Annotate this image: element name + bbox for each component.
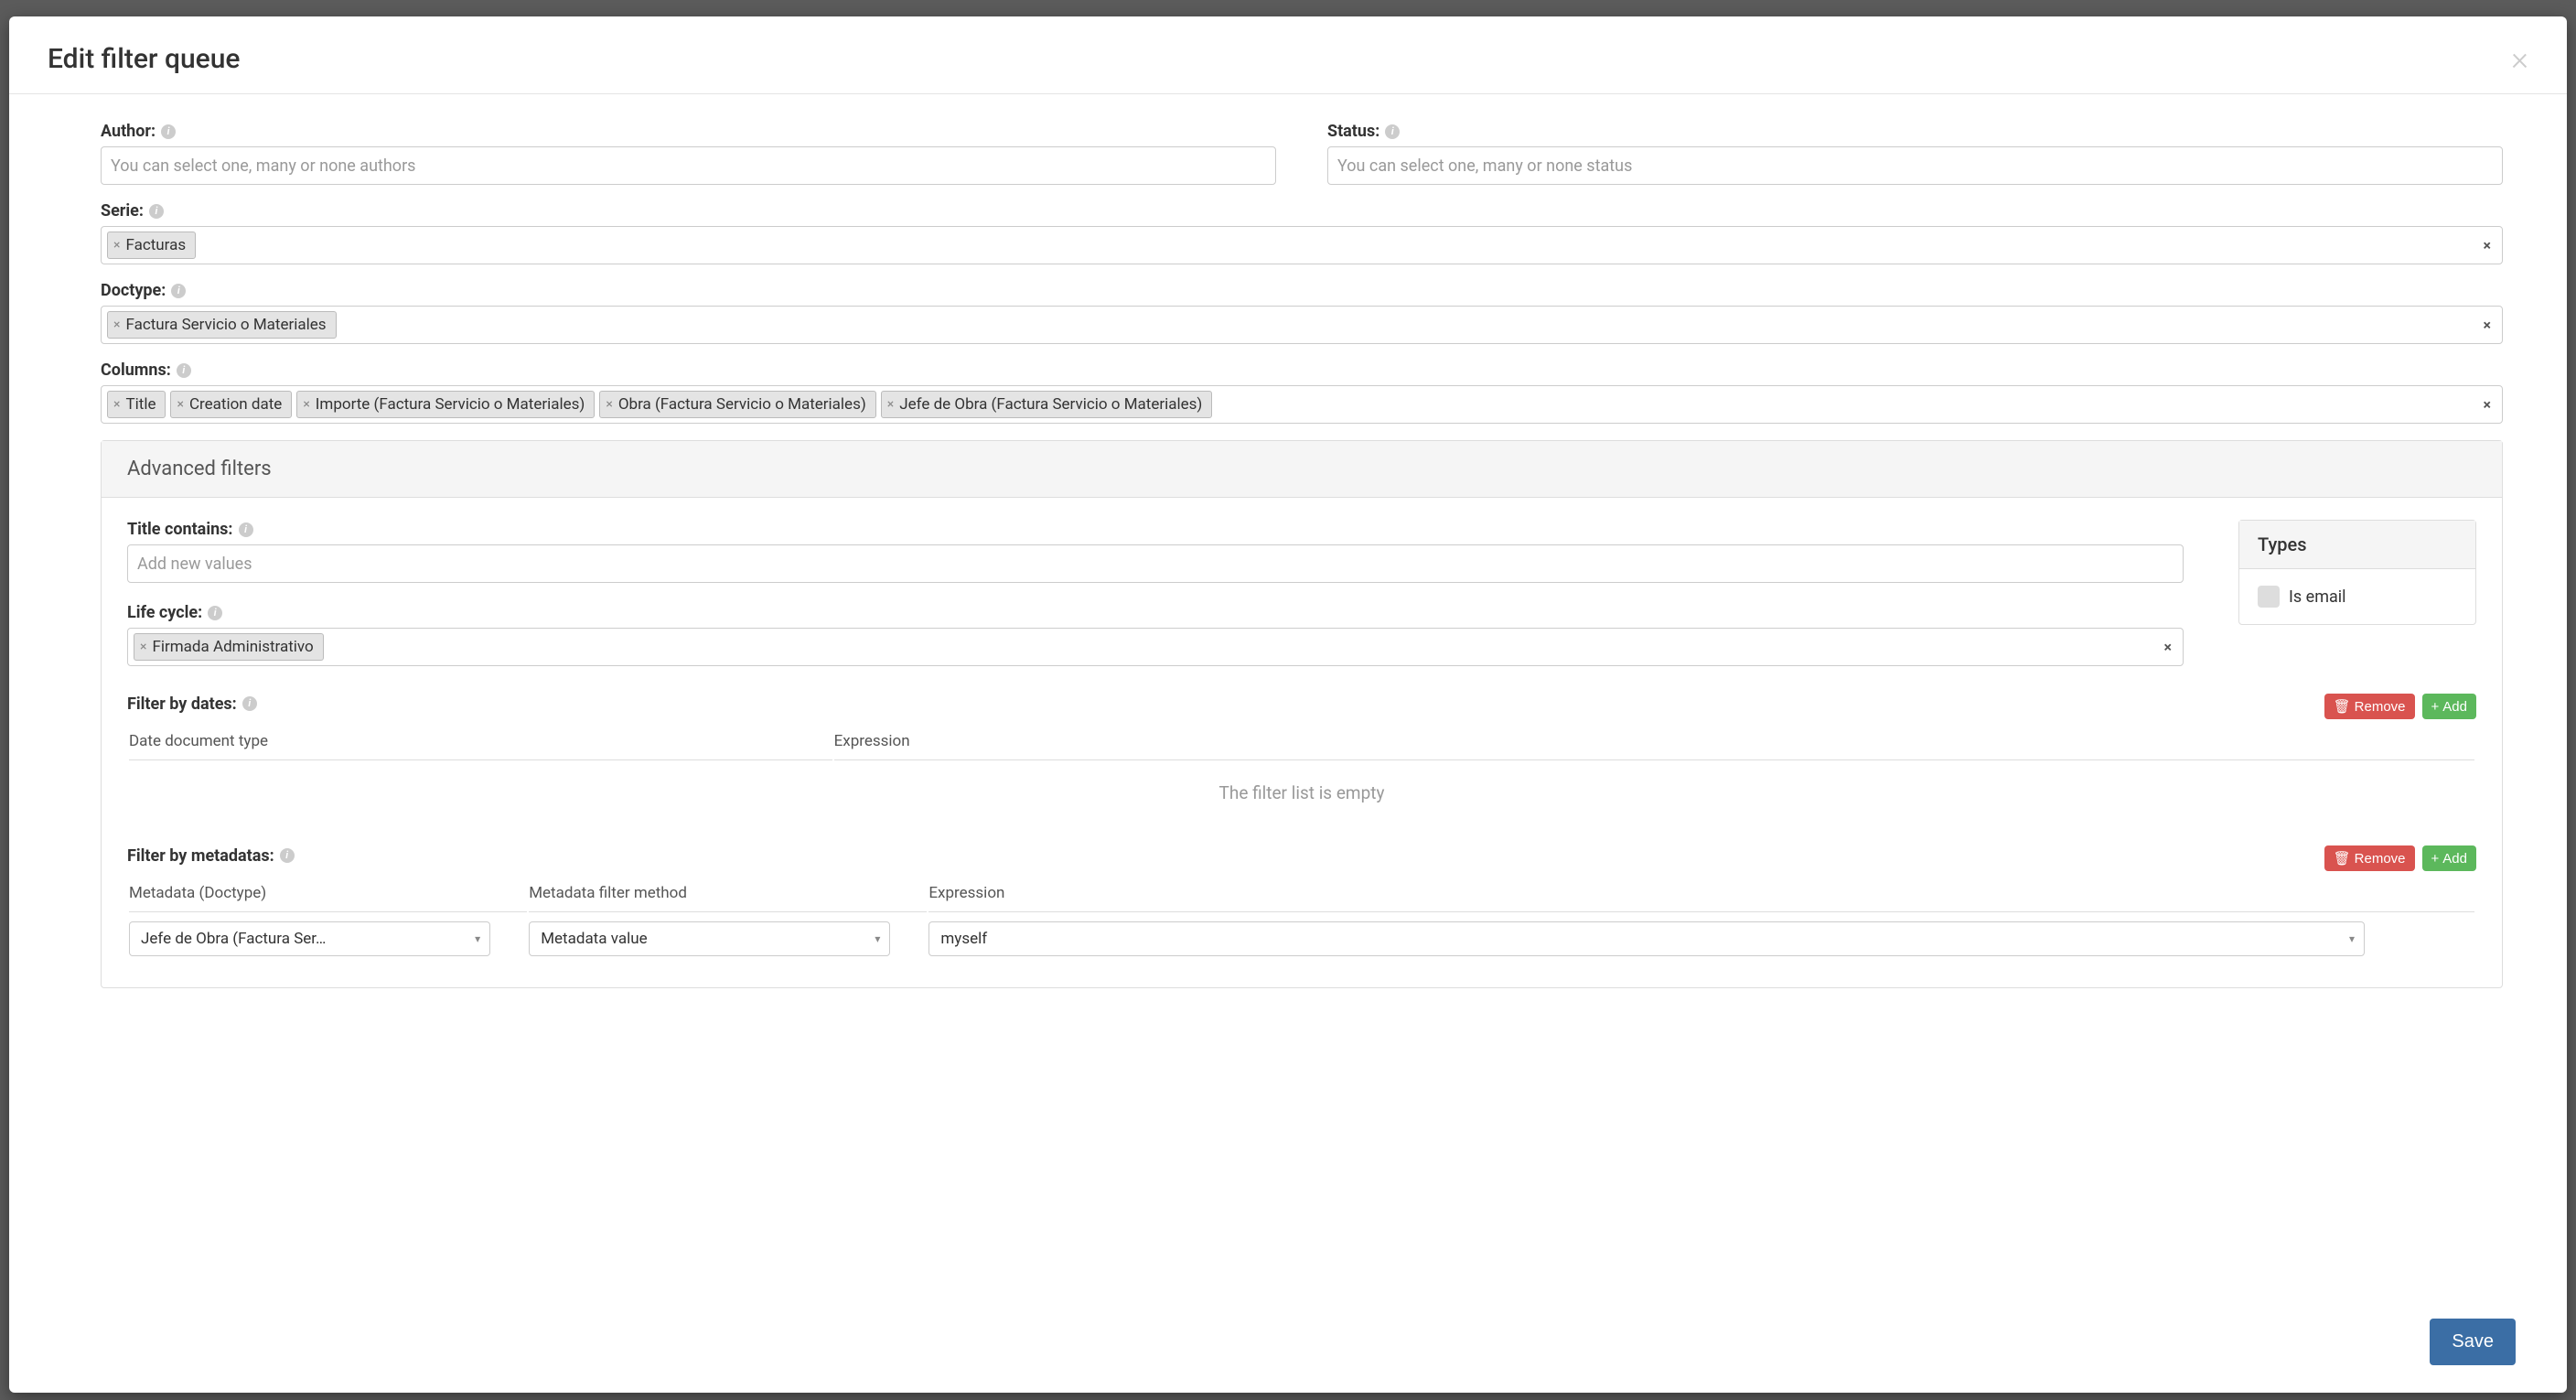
trash-icon: 🗑 — [2334, 698, 2351, 715]
metadata-doctype-select[interactable]: Jefe de Obra (Factura Ser… — [129, 921, 490, 956]
info-icon[interactable]: i — [171, 284, 186, 298]
remove-tag-icon[interactable]: × — [140, 640, 146, 654]
edit-filter-queue-modal: Edit filter queue × Author: i You can se… — [9, 16, 2567, 1393]
plus-icon: + — [2431, 851, 2440, 867]
save-button[interactable]: Save — [2430, 1319, 2516, 1365]
remove-tag-icon[interactable]: × — [887, 397, 894, 412]
clear-icon[interactable]: × — [2484, 317, 2492, 334]
tag-title: ×Title — [107, 391, 166, 418]
metadata-filter-row: Jefe de Obra (Factura Ser… Metadata valu… — [129, 914, 2474, 964]
remove-metadata-filter-button[interactable]: 🗑 Remove — [2324, 845, 2415, 871]
modal-footer: Save — [9, 1297, 2567, 1393]
modal-header: Edit filter queue × — [9, 16, 2567, 94]
title-contains-input[interactable]: Add new values — [127, 544, 2184, 583]
life-cycle-label: Life cycle: i — [127, 603, 2184, 622]
filter-by-dates-label: Filter by dates: i — [127, 695, 257, 714]
plus-icon: + — [2431, 699, 2440, 715]
info-icon[interactable]: i — [239, 522, 253, 537]
col-metadata-filter-method: Metadata filter method — [529, 875, 927, 912]
remove-tag-icon[interactable]: × — [606, 397, 612, 412]
metadata-expression-select[interactable]: myself — [928, 921, 2365, 956]
col-expression: Expression — [834, 723, 2474, 760]
types-header: Types — [2239, 521, 2475, 569]
modal-body: Author: i You can select one, many or no… — [9, 94, 2567, 1297]
serie-label: Serie: i — [101, 201, 2503, 221]
status-input[interactable]: You can select one, many or none status — [1327, 146, 2503, 185]
tag-firmada-administrativo: ×Firmada Administrativo — [134, 633, 324, 661]
col-metadata-doctype: Metadata (Doctype) — [129, 875, 527, 912]
advanced-filters-panel: Advanced filters Title contains: i Add n… — [101, 440, 2503, 988]
remove-tag-icon[interactable]: × — [177, 397, 183, 412]
is-email-label: Is email — [2289, 587, 2346, 607]
remove-tag-icon[interactable]: × — [113, 238, 120, 253]
add-date-filter-button[interactable]: + Add — [2422, 694, 2476, 719]
info-icon[interactable]: i — [242, 696, 257, 711]
remove-tag-icon[interactable]: × — [113, 318, 120, 332]
metadata-method-select[interactable]: Metadata value — [529, 921, 890, 956]
tag-importe: ×Importe (Factura Servicio o Materiales) — [296, 391, 595, 418]
tag-jefe-de-obra: ×Jefe de Obra (Factura Servicio o Materi… — [881, 391, 1213, 418]
close-icon[interactable]: × — [2511, 42, 2528, 75]
remove-tag-icon[interactable]: × — [113, 397, 120, 412]
info-icon[interactable]: i — [1385, 124, 1400, 139]
columns-input[interactable]: ×Title ×Creation date ×Importe (Factura … — [101, 385, 2503, 424]
info-icon[interactable]: i — [177, 363, 191, 378]
doctype-label: Doctype: i — [101, 281, 2503, 300]
clear-icon[interactable]: × — [2164, 639, 2173, 656]
metadata-filter-table: Metadata (Doctype) Metadata filter metho… — [127, 873, 2476, 965]
serie-input[interactable]: ×Facturas × — [101, 226, 2503, 264]
date-filter-table: Date document type Expression The filter… — [127, 721, 2476, 825]
tag-factura-servicio: ×Factura Servicio o Materiales — [107, 311, 337, 339]
types-panel: Types Is email — [2238, 520, 2476, 625]
clear-icon[interactable]: × — [2484, 237, 2492, 254]
info-icon[interactable]: i — [149, 204, 164, 219]
filter-by-metadatas-label: Filter by metadatas: i — [127, 846, 295, 866]
modal-title: Edit filter queue — [48, 43, 240, 75]
empty-filter-row: The filter list is empty — [129, 762, 2474, 824]
doctype-input[interactable]: ×Factura Servicio o Materiales × — [101, 306, 2503, 344]
remove-date-filter-button[interactable]: 🗑 Remove — [2324, 694, 2415, 719]
author-input[interactable]: You can select one, many or none authors — [101, 146, 1276, 185]
info-icon[interactable]: i — [161, 124, 176, 139]
is-email-checkbox[interactable] — [2258, 586, 2280, 608]
tag-facturas: ×Facturas — [107, 232, 196, 259]
col-metadata-expression: Expression — [928, 875, 2474, 912]
trash-icon: 🗑 — [2334, 850, 2351, 867]
columns-label: Columns: i — [101, 361, 2503, 380]
info-icon[interactable]: i — [208, 606, 222, 620]
clear-icon[interactable]: × — [2484, 396, 2492, 414]
status-label: Status: i — [1327, 122, 2503, 141]
add-metadata-filter-button[interactable]: + Add — [2422, 845, 2476, 871]
tag-obra: ×Obra (Factura Servicio o Materiales) — [599, 391, 875, 418]
author-label: Author: i — [101, 122, 1276, 141]
col-date-document-type: Date document type — [129, 723, 832, 760]
title-contains-label: Title contains: i — [127, 520, 2184, 539]
life-cycle-input[interactable]: ×Firmada Administrativo × — [127, 628, 2184, 666]
tag-creation-date: ×Creation date — [170, 391, 292, 418]
remove-tag-icon[interactable]: × — [303, 397, 309, 412]
info-icon[interactable]: i — [280, 848, 295, 863]
advanced-filters-header: Advanced filters — [102, 441, 2502, 498]
